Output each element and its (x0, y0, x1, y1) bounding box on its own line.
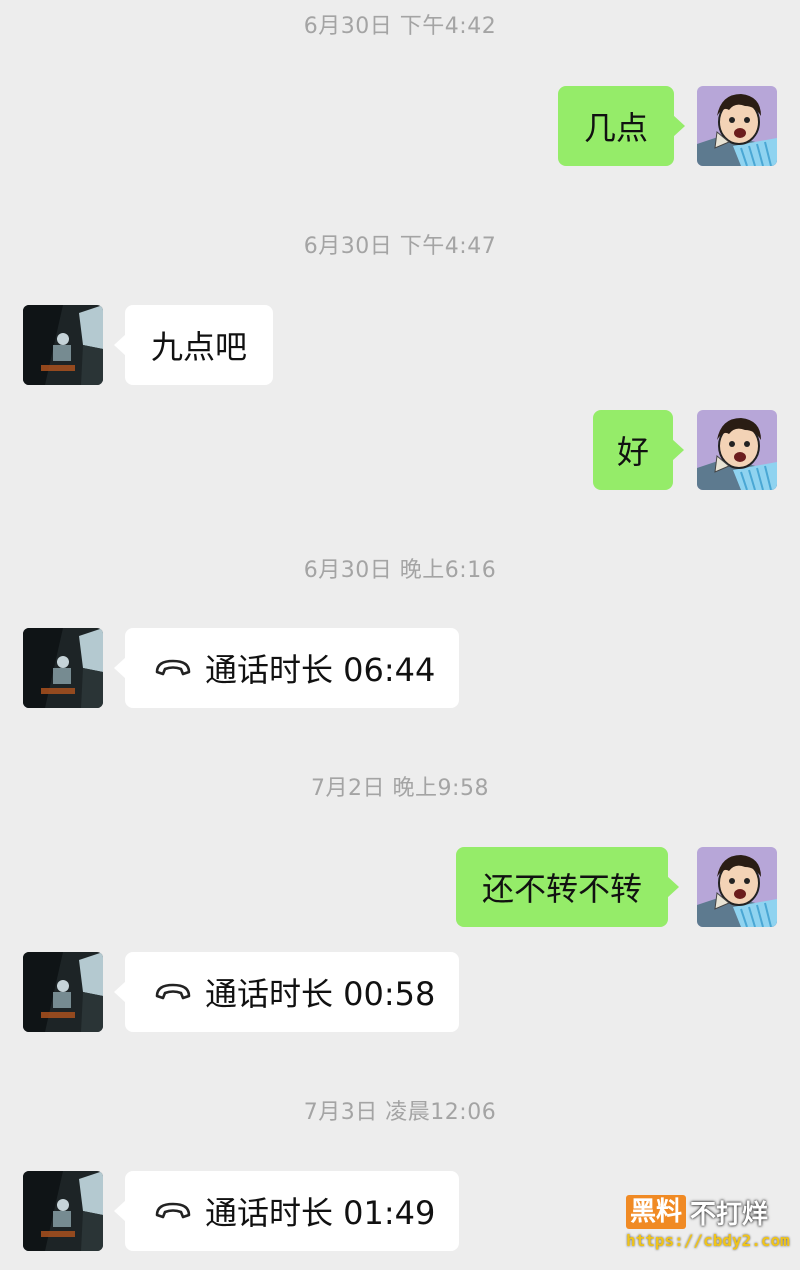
contact-avatar[interactable] (23, 952, 103, 1032)
phone-hangup-icon (153, 1199, 193, 1223)
self-avatar[interactable] (697, 86, 777, 166)
watermark-text: 不打烊 (690, 1199, 769, 1230)
contact-avatar[interactable] (23, 305, 103, 385)
call-duration-text: 通话时长 06:44 (205, 651, 436, 689)
timestamp: 6月30日 下午4:42 (303, 14, 497, 39)
call-duration-text: 通话时长 01:49 (205, 1194, 436, 1232)
timestamp: 6月30日 下午4:47 (303, 234, 497, 259)
self-avatar[interactable] (697, 410, 777, 490)
call-record-bubble[interactable]: 通话时长 00:58 (113, 952, 460, 1032)
message-bubble-outgoing[interactable]: 好 (593, 410, 685, 490)
contact-avatar[interactable] (23, 628, 103, 708)
message-text: 好 (617, 433, 650, 471)
self-avatar[interactable] (697, 847, 777, 927)
message-text: 九点吧 (151, 328, 248, 366)
timestamp: 6月30日 晚上6:16 (303, 558, 497, 583)
message-bubble-outgoing[interactable]: 还不转不转 (456, 847, 680, 927)
call-duration-text: 通话时长 00:58 (205, 975, 436, 1013)
watermark-url: https://cbdy2.com (626, 1231, 790, 1250)
message-bubble-incoming[interactable]: 九点吧 (113, 305, 274, 385)
phone-hangup-icon (153, 980, 193, 1004)
timestamp: 7月3日 凌晨12:06 (303, 1100, 497, 1125)
call-record-bubble[interactable]: 通话时长 01:49 (113, 1171, 460, 1251)
call-record-bubble[interactable]: 通话时长 06:44 (113, 628, 460, 708)
contact-avatar[interactable] (23, 1171, 103, 1251)
message-text: 几点 (584, 109, 649, 147)
phone-hangup-icon (153, 656, 193, 680)
message-bubble-outgoing[interactable]: 几点 (558, 86, 686, 166)
message-text: 还不转不转 (482, 870, 643, 908)
timestamp: 7月2日 晚上9:58 (311, 776, 489, 801)
watermark: 黑料 不打烊 https://cbdy2.com (626, 1195, 790, 1255)
watermark-badge: 黑料 (626, 1195, 687, 1229)
